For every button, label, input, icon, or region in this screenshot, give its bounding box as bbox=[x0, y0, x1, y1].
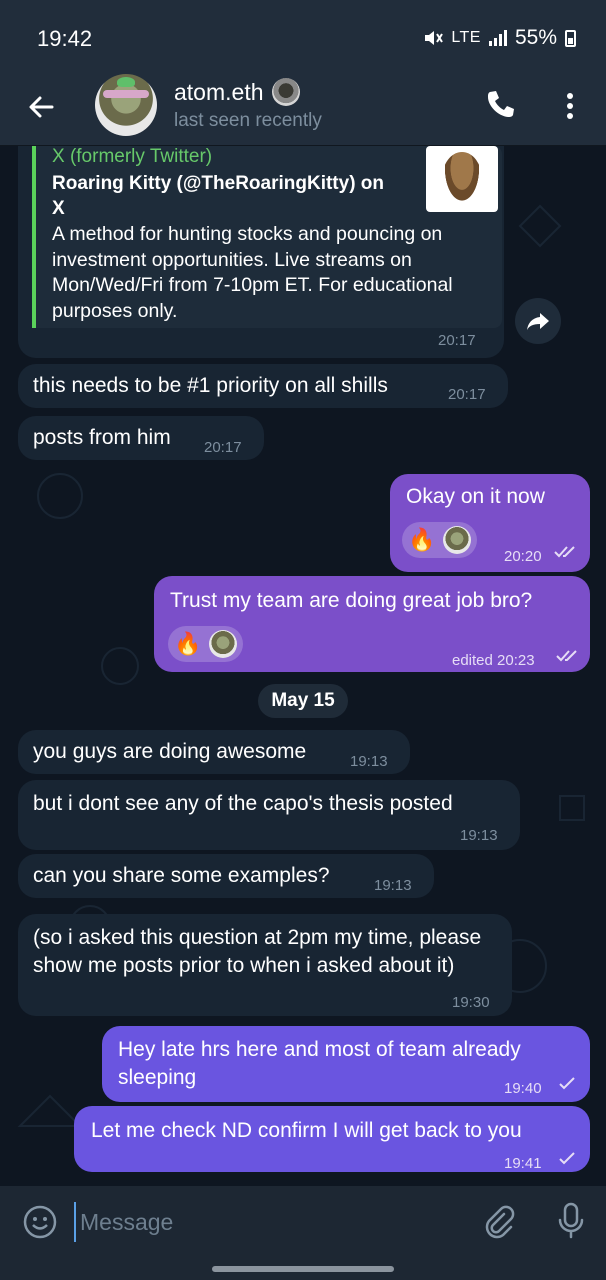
message-bubble-outgoing[interactable]: Let me check ND confirm I will get back … bbox=[74, 1106, 590, 1172]
message-bubble-incoming[interactable]: posts from him 20:17 bbox=[18, 416, 264, 460]
microphone-icon[interactable] bbox=[556, 1202, 586, 1240]
fire-reaction-icon: 🔥 bbox=[174, 631, 202, 656]
last-seen-status: last seen recently bbox=[174, 110, 322, 131]
message-bubble-outgoing[interactable]: Trust my team are doing great job bro? 🔥… bbox=[154, 576, 590, 672]
message-bubble-incoming[interactable]: this needs to be #1 priority on all shil… bbox=[18, 364, 508, 408]
home-indicator bbox=[212, 1266, 394, 1272]
message-text: Let me check ND confirm I will get back … bbox=[91, 1119, 522, 1142]
message-text: but i dont see any of the capo's thesis … bbox=[33, 792, 453, 815]
message-time: 20:17 bbox=[204, 439, 242, 456]
message-time: 20:20 bbox=[504, 548, 542, 565]
link-preview-card[interactable]: X (formerly Twitter) Roaring Kitty (@The… bbox=[32, 146, 502, 328]
check-icon bbox=[559, 1077, 575, 1090]
message-text: you guys are doing awesome bbox=[33, 740, 307, 763]
signal-icon bbox=[488, 30, 507, 46]
message-time: 19:41 bbox=[504, 1155, 542, 1172]
message-text: this needs to be #1 priority on all shil… bbox=[33, 374, 388, 397]
chat-header: atom.eth last seen recently bbox=[0, 70, 606, 146]
fire-reaction-icon: 🔥 bbox=[408, 527, 436, 552]
message-list[interactable]: X (formerly Twitter) Roaring Kitty (@The… bbox=[0, 146, 606, 1186]
reaction-pill[interactable]: 🔥 bbox=[168, 626, 244, 662]
network-label: LTE bbox=[451, 29, 481, 46]
message-text: posts from him bbox=[33, 426, 171, 449]
message-time: edited 20:23 bbox=[452, 652, 535, 669]
message-bubble-incoming[interactable]: but i dont see any of the capo's thesis … bbox=[18, 780, 520, 850]
message-time: 20:17 bbox=[448, 386, 486, 403]
reactor-avatar bbox=[443, 526, 472, 554]
status-bar: 19:42 LTE 55% bbox=[0, 0, 606, 70]
emoji-icon[interactable] bbox=[22, 1204, 58, 1240]
reactor-avatar bbox=[209, 630, 238, 658]
link-preview-thumbnail bbox=[426, 146, 498, 212]
link-preview-description: A method for hunting stocks and pouncing… bbox=[52, 223, 453, 322]
battery-percent: 55% bbox=[514, 26, 557, 49]
message-time: 19:13 bbox=[460, 827, 498, 844]
message-text: Okay on it now bbox=[406, 485, 545, 508]
message-bubble-outgoing[interactable]: Okay on it now 🔥 20:20 bbox=[390, 474, 590, 572]
message-time: 20:17 bbox=[438, 332, 476, 349]
message-time: 19:40 bbox=[504, 1080, 542, 1097]
reaction-pill[interactable]: 🔥 bbox=[402, 522, 478, 558]
chat-title[interactable]: atom.eth bbox=[174, 78, 300, 106]
battery-icon bbox=[565, 29, 576, 47]
message-time: 19:13 bbox=[374, 877, 412, 894]
check-icon bbox=[559, 1152, 575, 1165]
more-vert-icon[interactable] bbox=[560, 90, 580, 122]
avatar[interactable] bbox=[95, 74, 157, 136]
double-check-icon bbox=[556, 650, 577, 662]
status-indicators: LTE 55% bbox=[423, 26, 576, 50]
message-time: 19:13 bbox=[350, 753, 388, 770]
message-text: Trust my team are doing great job bro? bbox=[170, 589, 533, 612]
date-separator: May 15 bbox=[258, 684, 348, 718]
back-arrow-icon[interactable] bbox=[24, 90, 58, 124]
message-text: can you share some examples? bbox=[33, 864, 330, 887]
share-button[interactable] bbox=[515, 298, 561, 344]
link-preview-title: Roaring Kitty (@TheRoaringKitty) on X bbox=[52, 173, 385, 219]
message-bubble-outgoing[interactable]: Hey late hrs here and most of team alrea… bbox=[102, 1026, 590, 1102]
status-emoji-icon bbox=[271, 78, 300, 106]
phone-icon[interactable] bbox=[484, 88, 516, 120]
message-bubble-incoming[interactable]: (so i asked this question at 2pm my time… bbox=[18, 914, 512, 1016]
paperclip-icon[interactable] bbox=[482, 1204, 518, 1240]
message-text: (so i asked this question at 2pm my time… bbox=[33, 926, 482, 977]
mute-icon bbox=[425, 31, 444, 45]
message-bubble-incoming[interactable]: you guys are doing awesome 19:13 bbox=[18, 730, 410, 774]
chat-title-text: atom.eth bbox=[174, 78, 264, 105]
message-input[interactable] bbox=[74, 1202, 464, 1242]
message-bubble-incoming[interactable]: can you share some examples? 19:13 bbox=[18, 854, 434, 898]
status-time: 19:42 bbox=[37, 26, 93, 51]
link-preview-site: X (formerly Twitter) bbox=[52, 146, 213, 167]
message-time: 19:30 bbox=[452, 994, 490, 1011]
share-icon bbox=[527, 313, 549, 330]
double-check-icon bbox=[554, 546, 575, 558]
